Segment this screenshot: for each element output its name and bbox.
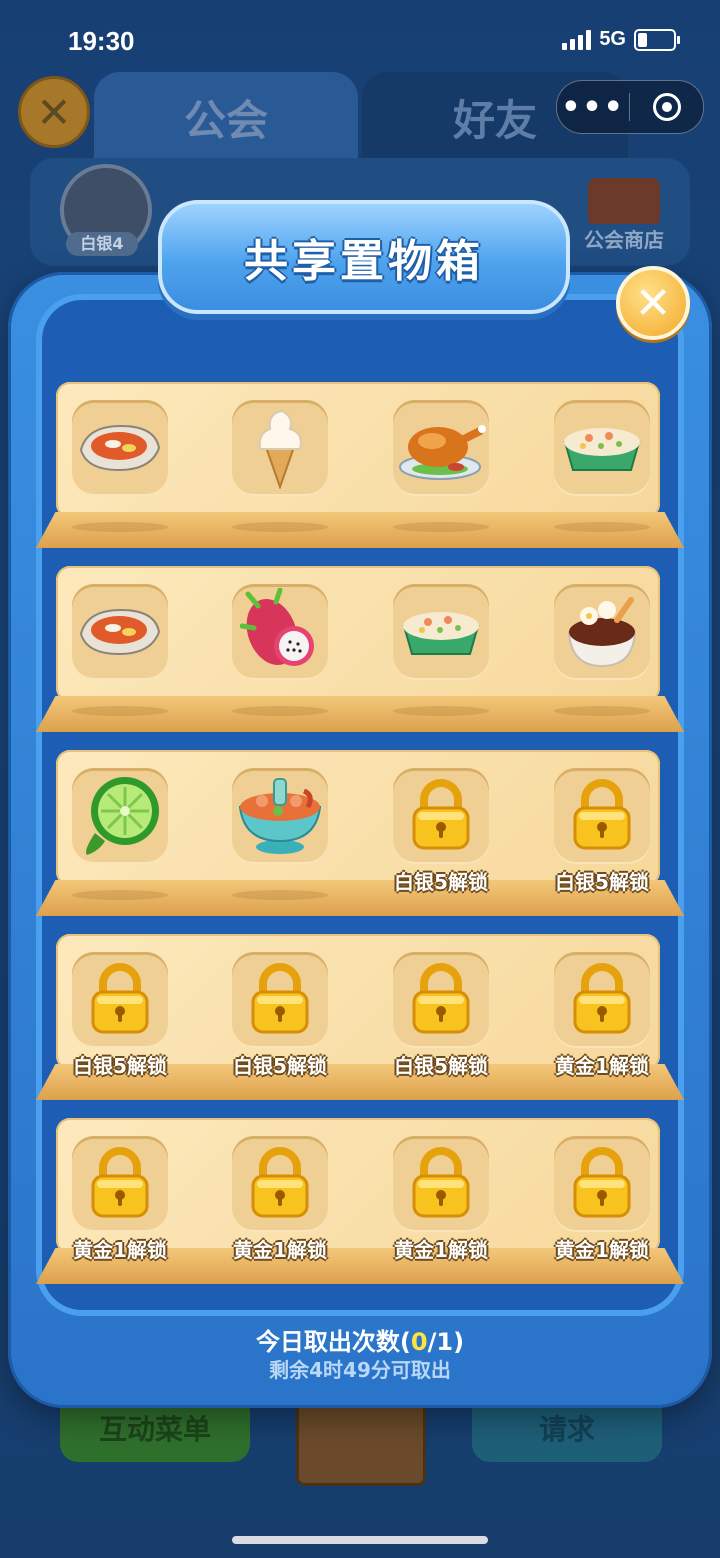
slot-shadow	[72, 890, 168, 900]
lock-icon	[410, 1146, 472, 1222]
storage-shelf	[36, 566, 684, 736]
slot-shadow	[72, 706, 168, 716]
status-indicators: 5G	[562, 28, 680, 51]
withdraw-count-suffix: /1)	[427, 1328, 465, 1356]
lock-icon	[571, 962, 633, 1038]
lime-icon	[77, 771, 163, 861]
unlock-requirement-label: 白银5解锁	[233, 1054, 327, 1078]
storage-shelf: 白银5解锁 白银5解锁 白银5解锁 黄金1解锁	[36, 934, 684, 1104]
item-slot[interactable]	[232, 400, 328, 496]
unlock-requirement-label: 白银5解锁	[555, 870, 649, 894]
lock-icon	[571, 1146, 633, 1222]
locked-slot	[72, 1136, 168, 1232]
storage-shelf: 白银5解锁 白银5解锁	[36, 750, 684, 920]
more-menu-button[interactable]: •••	[557, 90, 629, 125]
unlock-requirement-label: 黄金1解锁	[73, 1238, 167, 1262]
tab-guild[interactable]: 公会	[94, 72, 358, 162]
locked-slot	[393, 1136, 489, 1232]
locked-slot	[232, 952, 328, 1048]
storage-shelf	[36, 382, 684, 552]
interactive-menu-label: 互动菜单	[98, 1413, 211, 1446]
withdraw-cooldown: 剩余4时49分可取出	[269, 1358, 451, 1382]
unlock-requirement-label: 白银5解锁	[394, 870, 488, 894]
status-bar: 19:30 5G	[0, 0, 720, 80]
signal-icon	[562, 29, 592, 50]
shop-icon[interactable]	[588, 178, 660, 224]
fried-rice-icon	[398, 598, 484, 666]
lock-icon	[410, 962, 472, 1038]
hotpot-bowl-icon	[234, 771, 326, 861]
oyster-dish-icon	[77, 600, 163, 664]
lock-icon	[410, 778, 472, 854]
slot-shadow	[554, 706, 650, 716]
mini-program-capsule: •••	[556, 80, 704, 134]
unlock-requirement-label: 白银5解锁	[394, 1054, 488, 1078]
withdraw-count-used: 0	[410, 1328, 428, 1356]
unlock-requirement-label: 黄金1解锁	[555, 1238, 649, 1262]
slot-shadow	[554, 522, 650, 532]
slot-shadow	[393, 522, 489, 532]
rank-badge-label: 白银4	[66, 232, 138, 256]
item-slot[interactable]	[232, 768, 328, 864]
lock-icon	[89, 962, 151, 1038]
lock-icon	[249, 1146, 311, 1222]
item-slot[interactable]	[393, 400, 489, 496]
close-glyph: ✕	[634, 277, 672, 329]
tab-friends-label: 好友	[452, 95, 537, 145]
unlock-requirement-label: 黄金1解锁	[233, 1238, 327, 1262]
ice-cream-icon	[250, 403, 310, 493]
locked-slot	[232, 1136, 328, 1232]
close-icon[interactable]: ✕	[616, 266, 690, 340]
oyster-dish-icon	[77, 416, 163, 480]
unlock-requirement-label: 黄金1解锁	[555, 1054, 649, 1078]
lock-icon	[571, 778, 633, 854]
lock-icon	[89, 1146, 151, 1222]
status-time: 19:30	[68, 26, 135, 56]
modal-title: 共享置物箱	[244, 236, 484, 287]
item-slot[interactable]	[232, 584, 328, 680]
modal-title-banner: 共享置物箱	[158, 200, 570, 314]
item-slot[interactable]	[72, 584, 168, 680]
locked-slot	[554, 768, 650, 864]
slot-shadow	[72, 522, 168, 532]
slot-shadow	[232, 706, 328, 716]
withdraw-count: 今日取出次数(0/1)	[0, 1322, 720, 1357]
item-slot[interactable]	[554, 584, 650, 680]
network-type: 5G	[599, 28, 626, 50]
request-label: 请求	[538, 1413, 595, 1446]
locked-slot	[393, 952, 489, 1048]
battery-icon	[634, 28, 680, 51]
item-slot[interactable]	[554, 400, 650, 496]
guild-shop-label[interactable]: 公会商店	[584, 224, 664, 253]
fried-rice-icon	[559, 414, 645, 482]
locked-slot	[554, 952, 650, 1048]
item-slot[interactable]	[72, 400, 168, 496]
unlock-requirement-label: 黄金1解锁	[394, 1238, 488, 1262]
slot-shadow	[393, 706, 489, 716]
back-close-icon[interactable]: ✕	[18, 76, 90, 148]
target-icon	[652, 93, 681, 121]
cabinet-icon[interactable]	[296, 1398, 426, 1486]
locked-slot	[554, 1136, 650, 1232]
storage-shelf: 黄金1解锁 黄金1解锁 黄金1解锁 黄金1解锁	[36, 1118, 684, 1288]
unlock-requirement-label: 白银5解锁	[73, 1054, 167, 1078]
lock-icon	[249, 962, 311, 1038]
chocolate-dessert-icon	[559, 590, 645, 674]
exit-mini-program-button[interactable]	[630, 93, 703, 121]
roast-chicken-icon	[396, 409, 486, 487]
withdraw-count-prefix: 今日取出次数(	[255, 1328, 411, 1356]
item-slot[interactable]	[72, 768, 168, 864]
tab-guild-label: 公会	[183, 95, 268, 145]
slot-shadow	[232, 890, 328, 900]
item-slot[interactable]	[393, 584, 489, 680]
home-indicator	[232, 1536, 488, 1544]
locked-slot	[393, 768, 489, 864]
locked-slot	[72, 952, 168, 1048]
slot-shadow	[232, 522, 328, 532]
dragon-fruit-icon	[239, 587, 320, 676]
